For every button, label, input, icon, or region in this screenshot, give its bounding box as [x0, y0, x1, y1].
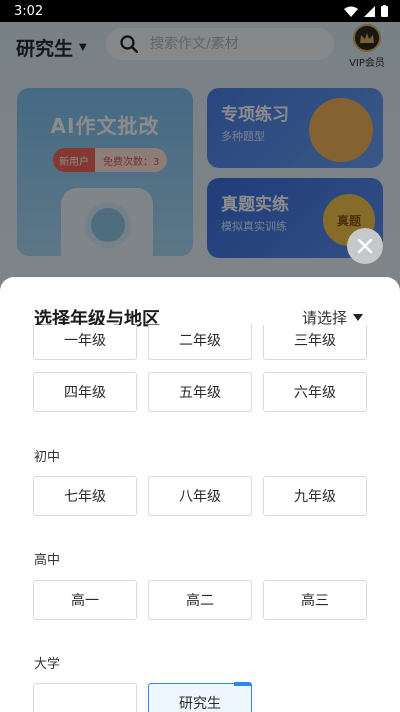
grade-region-sheet: 选择年级与地区 请选择 一年级 二年级 三年级 四年级 五年级 六年级 初中 七… — [0, 277, 400, 712]
section-label-junior: 初中 — [34, 450, 61, 465]
signal-icon — [364, 5, 375, 17]
status-bar: 3:02 — [0, 0, 400, 22]
grade-option[interactable]: 二年级 — [148, 325, 252, 360]
grade-option[interactable]: 高一 — [33, 580, 137, 620]
grade-option[interactable]: 高二 — [148, 580, 252, 620]
grade-option[interactable]: 五年级 — [148, 372, 252, 412]
grade-list[interactable]: 一年级 二年级 三年级 四年级 五年级 六年级 初中 七年级 八年级 九年级 高… — [0, 325, 400, 712]
triangle-down-icon — [353, 314, 364, 321]
wifi-icon — [344, 6, 358, 17]
grade-option[interactable]: 三年级 — [263, 325, 367, 360]
grade-option[interactable] — [33, 683, 137, 712]
grade-option[interactable]: 六年级 — [263, 372, 367, 412]
grade-option[interactable]: 九年级 — [263, 476, 367, 516]
close-button[interactable] — [347, 228, 383, 264]
section-label-college: 大学 — [34, 657, 61, 672]
battery-icon — [381, 5, 388, 17]
status-icons — [344, 5, 388, 17]
section-label-senior: 高中 — [34, 553, 61, 568]
grade-option[interactable]: 八年级 — [148, 476, 252, 516]
grade-option-selected[interactable]: 研究生 — [148, 683, 252, 712]
status-time: 3:02 — [14, 3, 44, 19]
grade-option[interactable]: 高三 — [263, 580, 367, 620]
selected-indicator — [234, 682, 252, 686]
grade-option[interactable]: 一年级 — [33, 325, 137, 360]
close-icon — [357, 238, 373, 254]
grade-option[interactable]: 七年级 — [33, 476, 137, 516]
grade-option[interactable]: 四年级 — [33, 372, 137, 412]
